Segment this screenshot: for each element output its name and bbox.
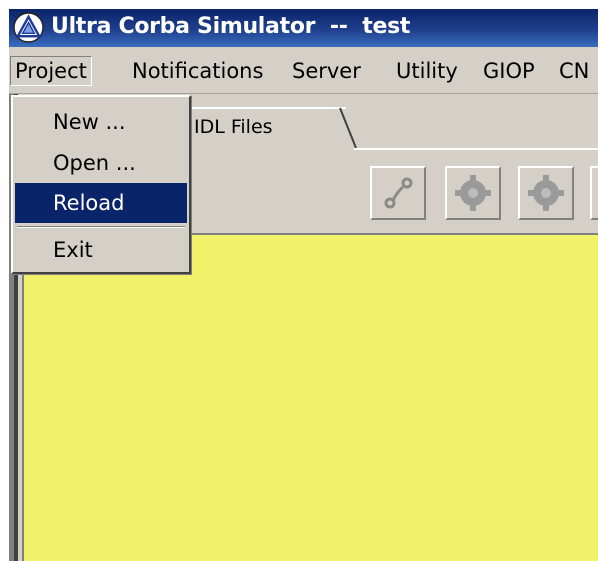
menu-bar: Project Notifications Server Utility GIO… [9,47,598,94]
menu-utility[interactable]: Utility [392,56,462,86]
link-icon [384,177,413,209]
menu-item-new[interactable]: New ... [15,102,187,142]
menu-separator [17,226,185,228]
menu-item-reload[interactable]: Reload [15,183,187,223]
title-bar[interactable]: Ultra Corba Simulator -- test [9,9,598,47]
tab-bar-line [354,148,598,150]
gear-button-2[interactable] [518,166,574,220]
gear-icon [528,175,564,211]
tab-idl-files-label: IDL Files [194,116,273,138]
project-dropdown-menu: New ... Open ... Reload Exit [11,95,191,274]
gear-icon [455,175,491,211]
triangle-logo-icon [13,12,44,43]
workspace-area[interactable] [22,233,598,561]
menu-project[interactable]: Project [10,56,92,86]
menu-server[interactable]: Server [288,56,365,86]
menu-item-open[interactable]: Open ... [15,143,187,183]
window-title: Ultra Corba Simulator -- test [51,14,411,39]
menu-notifications[interactable]: Notifications [128,56,267,86]
gear-button-1[interactable] [445,166,501,220]
menu-cn[interactable]: CN [555,56,593,86]
menu-item-exit[interactable]: Exit [15,230,187,270]
connect-button[interactable] [370,166,426,220]
toolbar-button-partial[interactable] [590,166,598,220]
tab-edge [318,107,357,149]
menu-giop[interactable]: GIOP [479,56,539,86]
